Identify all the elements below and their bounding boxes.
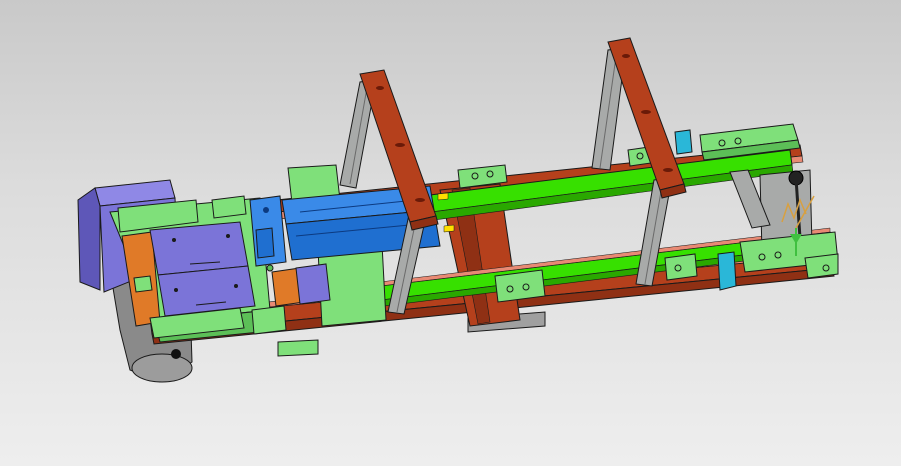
- mount-block-5[interactable]: [133, 275, 153, 293]
- yellow-stop: [437, 192, 449, 201]
- mount-block-4[interactable]: [251, 305, 287, 335]
- assembly-model[interactable]: [0, 0, 901, 466]
- slide-plate[interactable]: [149, 221, 256, 317]
- underside-block-left: [277, 339, 319, 357]
- sensor-bottom[interactable]: [717, 251, 737, 291]
- guide-block-right-front[interactable]: [664, 253, 698, 281]
- guide-block-front[interactable]: [494, 269, 546, 303]
- yellow-stop-2: [443, 224, 455, 233]
- cylinder-fitting-icon: [263, 207, 269, 213]
- motor-shaft-icon: [171, 349, 181, 359]
- cad-viewport[interactable]: [0, 0, 901, 466]
- mount-block-2[interactable]: [211, 195, 247, 219]
- sensor-top[interactable]: [674, 129, 693, 155]
